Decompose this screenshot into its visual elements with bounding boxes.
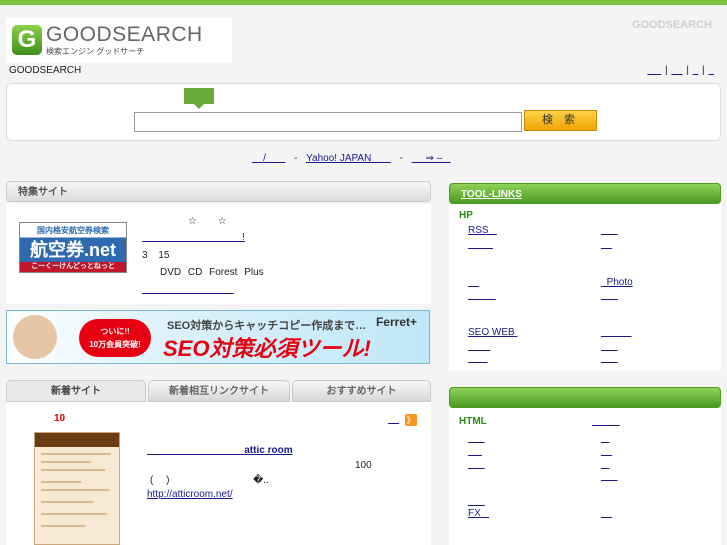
tool-link-c2-2[interactable] [601, 239, 612, 250]
box2-body: HTML FX [449, 408, 721, 545]
new-top-link[interactable] [388, 414, 399, 425]
logo-wordmark: GOODSEARCH [46, 23, 203, 46]
brand-name: GOODSEARCH [9, 65, 82, 76]
site-url[interactable]: http://atticroom.net/ [147, 489, 233, 500]
logo-tagline: 検索エンジン グッドサーチ [46, 47, 145, 56]
tool-link-c2-5[interactable] [601, 327, 632, 338]
top-link-2[interactable] [671, 65, 682, 76]
rss-icon[interactable]: 》 [405, 414, 417, 426]
box2-c1-3[interactable] [468, 459, 485, 470]
ad-brand-logo: Ferret+ [375, 315, 417, 329]
site-paren: ( ) [150, 475, 170, 486]
feature-line-2: DVD CD Forest Plus [160, 267, 264, 278]
site-garbled: �.. [253, 475, 269, 486]
tool-link-rss-text: RSS [468, 225, 489, 236]
site-tabs: 新着サイト 新着相互リンクサイト おすすめサイト [6, 380, 431, 402]
ad-banner[interactable]: ついに!! 10万会員突破! SEO対策からキャッチコピー作成まで… SEO対策… [6, 310, 430, 364]
box2-link-fx[interactable]: FX [468, 508, 489, 519]
tool-link-seo-web[interactable]: SEO WEB [468, 327, 517, 338]
tool-link-c1-3[interactable] [468, 277, 479, 288]
box2-c2-1[interactable] [601, 433, 609, 444]
sub-link-3-text: ⇒ – [425, 153, 443, 164]
tool-links-title[interactable]: TOOL-LINKS [461, 189, 522, 200]
top-link-1[interactable] [647, 65, 661, 76]
site-title-text: attic room [244, 445, 293, 456]
feature-line-1: 3 15 [142, 250, 170, 261]
top-link-4[interactable] [708, 65, 714, 76]
new-sites-list: 10 》 attic room 100 ( ) �.. http://attic… [6, 402, 431, 545]
site-title-link[interactable]: attic room [147, 445, 293, 456]
box2-link-fx-text: FX [468, 508, 481, 519]
box2-c2-4[interactable] [601, 471, 618, 482]
tool-link-seo-web-text: SEO WEB [468, 327, 515, 338]
box2-c1-4[interactable] [468, 496, 485, 507]
top-link-3[interactable] [693, 65, 699, 76]
feature-stars: ☆ ☆ [188, 216, 227, 227]
feature-link-1-text: ! [242, 232, 245, 243]
sub-link-3[interactable]: ⇒ – [412, 153, 451, 164]
sub-link-yahoo-text: Yahoo! JAPAN [306, 153, 372, 164]
tool-link-c2-1[interactable] [601, 225, 618, 236]
feature-link-1[interactable]: ! [142, 232, 245, 243]
box2-c1-2[interactable] [468, 446, 482, 457]
tool-category: HP [459, 210, 473, 221]
feature-banner-image[interactable]: 国内格安航空券検索 航空券.net こーくーけんどっとねっと [19, 222, 127, 273]
sub-sep-2: - [399, 153, 403, 164]
site-num: 100 [355, 460, 372, 471]
top-right-label: GOODSEARCH [631, 19, 712, 31]
tool-links-header: TOOL-LINKS [449, 183, 721, 204]
sub-link-1[interactable]: / [252, 153, 285, 164]
feature-body: 国内格安航空券検索 航空券.net こーくーけんどっとねっと ☆ ☆ ! 3 1… [6, 204, 431, 304]
tab-marker-icon[interactable] [184, 88, 214, 109]
tool-link-c2-4[interactable] [601, 290, 618, 301]
tool-link-photo[interactable]: Photo [601, 277, 633, 288]
tool-links-body: HP RSS SEO WEB Photo [449, 204, 721, 371]
ad-bubble: ついに!! 10万会員突破! [79, 319, 151, 357]
search-input[interactable] [134, 112, 522, 132]
search-panel: 検 索 [6, 83, 721, 141]
box2-c2-2[interactable] [601, 446, 612, 457]
feature-link-2[interactable] [142, 284, 234, 295]
sub-link-1-text: / [263, 153, 266, 164]
sub-links: / - Yahoo! JAPAN - ⇒ – [252, 153, 451, 164]
tool-link-c2-7[interactable] [601, 353, 618, 364]
ad-main-copy: SEO対策必須ツール! [163, 336, 371, 361]
search-button[interactable]: 検 索 [524, 110, 597, 131]
tab-new-mutual-links[interactable]: 新着相互リンクサイト [148, 380, 290, 402]
tool-link-c2-6[interactable] [601, 341, 618, 352]
feature-header: 特集サイト [6, 181, 431, 202]
box2-c2-3[interactable] [601, 459, 609, 470]
tool-link-photo-text: Photo [606, 277, 633, 288]
tool-link-c1-4[interactable] [468, 290, 496, 301]
box2-cat-link[interactable] [592, 416, 620, 427]
tool-link-c1-7[interactable] [468, 353, 487, 364]
new-count: 10 [54, 413, 66, 424]
tool-link-c1-6[interactable] [468, 341, 490, 352]
sub-sep-1: - [294, 153, 298, 164]
box2-header [449, 387, 721, 408]
box2-category: HTML [459, 416, 487, 427]
feature-img-mid: 航空券.net [29, 240, 116, 260]
ad-person-image [13, 315, 57, 359]
top-accent-bar [0, 0, 727, 5]
sub-link-yahoo[interactable]: Yahoo! JAPAN [306, 153, 391, 164]
box2-c1-1[interactable] [468, 433, 485, 444]
g-logo-icon: G [12, 25, 42, 55]
box2-c2-5[interactable] [601, 508, 612, 519]
tool-link-c1-2[interactable] [468, 239, 493, 250]
feature-img-top: 国内格安航空券検索 [37, 226, 109, 235]
site-screenshot[interactable] [34, 432, 120, 545]
feature-img-bot: こーくーけんどっとねっと [31, 263, 115, 270]
site-logo[interactable]: G GOODSEARCH 検索エンジン グッドサーチ [6, 18, 232, 63]
top-links: | | | [646, 65, 715, 76]
tab-new-sites[interactable]: 新着サイト [6, 380, 146, 402]
tab-recommended[interactable]: おすすめサイト [292, 380, 431, 402]
tool-link-rss[interactable]: RSS [468, 225, 497, 236]
